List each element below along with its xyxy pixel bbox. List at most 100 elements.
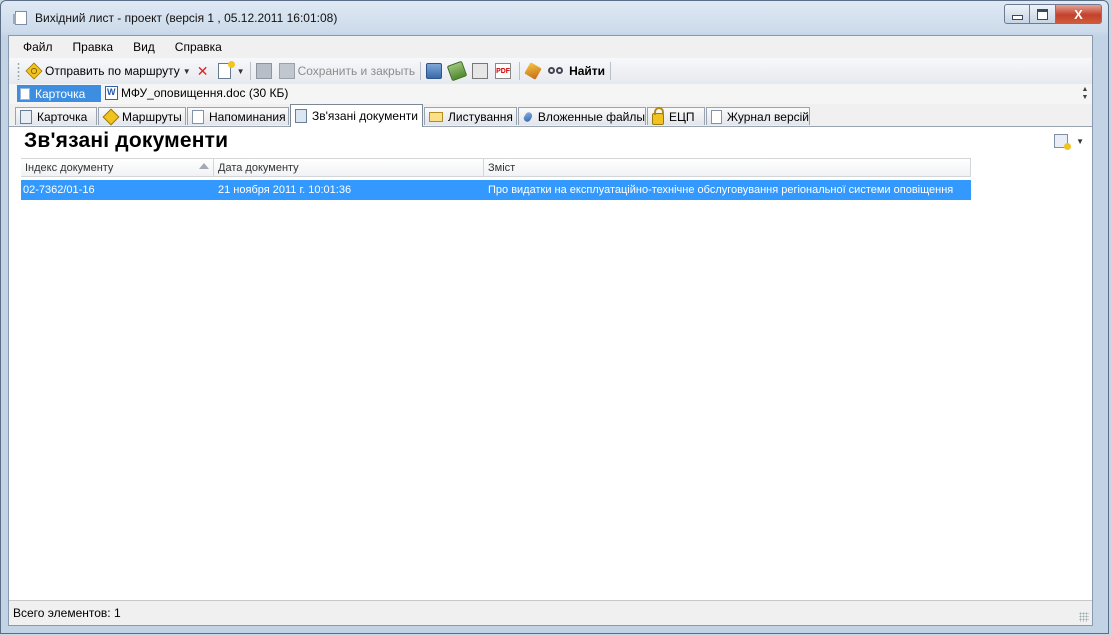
menu-bar: Файл Правка Вид Справка [9,36,1092,58]
table-row[interactable]: 02-7362/01-16 21 ноября 2011 г. 10:01:36… [21,180,971,200]
tab-digital-signature[interactable]: ЕЦП [647,106,705,125]
maximize-button[interactable] [1030,4,1056,24]
lock-icon [652,106,664,125]
tab-linked-documents[interactable]: Зв'язані документи [290,104,423,127]
status-bar: Всего элементов: 1 [9,600,1092,625]
send-route-button[interactable]: Отправить по маршруту ▼ [24,60,193,82]
save-button[interactable] [254,60,277,82]
tab-version-journal[interactable]: Журнал версій [706,107,810,125]
column-header-content[interactable]: Зміст [484,159,971,176]
toolbar-grip[interactable] [17,62,20,80]
tab-label: Зв'язані документи [312,109,418,123]
save-close-label: Сохранить и закрыть [297,64,416,78]
tab-label: Вложенные файлы [537,109,645,124]
window-title: Вихідний лист - проект (версія 1 , 05.12… [35,11,338,25]
send-route-label: Отправить по маршруту [45,64,180,78]
column-header-index[interactable]: Індекс документу [21,159,214,176]
app-window: Вихідний лист - проект (версія 1 , 05.12… [0,0,1109,634]
save-close-icon [278,63,295,79]
toolbar-separator [420,62,422,80]
tab-card[interactable]: Карточка [15,107,97,125]
scroll-up-icon[interactable]: ▲ [1082,86,1089,94]
tab-label: Маршруты [122,109,182,124]
maximize-icon [1037,8,1048,20]
tab-correspondence[interactable]: Листування [424,107,517,125]
panel-options-button[interactable]: ▼ [1054,134,1084,150]
chevron-down-icon: ▼ [182,66,191,76]
window-controls: X [1004,4,1102,24]
tab-label: Листування [448,109,513,124]
find-button[interactable]: Найти [546,60,607,82]
tab-label: Карточка [37,109,88,124]
minimize-icon [1011,14,1023,20]
export-pdf-button[interactable]: PDF [493,60,516,82]
properties-button[interactable] [424,60,447,82]
attachment-card-label: Карточка [35,86,86,101]
attachment-card[interactable]: Карточка [17,85,101,102]
print-button[interactable] [470,60,493,82]
chevron-down-icon: ▼ [236,66,245,76]
card-icon [20,87,30,100]
scroll-down-icon[interactable]: ▼ [1082,94,1089,102]
route-icon [25,62,43,80]
sign-icon [446,60,468,82]
tab-label: Журнал версій [726,109,809,124]
print-icon [472,63,489,79]
mail-icon [429,111,443,122]
properties-icon [426,63,443,79]
card-icon [20,109,32,124]
tools-button[interactable] [523,60,546,82]
tools-icon [524,62,542,80]
sign-button[interactable] [446,60,470,82]
tab-label: Напоминания [209,109,286,124]
save-icon [255,63,272,79]
close-icon: X [1074,6,1083,22]
minimize-button[interactable] [1004,4,1030,24]
reminder-icon [192,109,204,124]
column-header-label: Дата документу [218,161,299,174]
close-button[interactable]: X [1056,4,1102,24]
resize-grip-icon[interactable] [1079,612,1089,622]
save-close-button[interactable]: Сохранить и закрыть [277,60,417,82]
linked-documents-table: Індекс документу Дата документу Зміст 02… [21,158,971,200]
delete-button[interactable]: ✕ [193,60,216,82]
cell-content: Про видатки на експлуатаційно-технічне о… [488,184,954,196]
paperclip-icon [522,110,534,123]
find-label: Найти [569,64,606,78]
tab-routes[interactable]: Маршруты [98,107,186,125]
cell-date: 21 ноября 2011 г. 10:01:36 [218,184,352,196]
status-total: Всего элементов: 1 [13,606,121,620]
route-icon [102,108,120,125]
document-icon [13,11,27,25]
menu-edit[interactable]: Правка [73,40,114,54]
column-header-label: Індекс документу [25,161,114,174]
new-document-icon [217,61,235,79]
cell-index: 02-7362/01-16 [23,184,95,196]
toolbar: Отправить по маршруту ▼ ✕ ▼ Сохранить и … [9,58,1092,85]
column-header-date[interactable]: Дата документу [214,159,484,176]
chevron-down-icon: ▼ [1076,136,1084,146]
sort-ascending-icon [199,163,209,169]
toolbar-separator [249,62,251,80]
client-area: Файл Правка Вид Справка Отправить по мар… [8,35,1093,626]
menu-file[interactable]: Файл [23,40,53,54]
attachment-file[interactable]: МФУ_оповищення.doc (30 КБ) [105,86,288,100]
word-document-icon [105,86,118,100]
table-header: Індекс документу Дата документу Зміст [21,158,971,177]
options-icon [1054,134,1072,150]
close-icon: ✕ [196,63,209,79]
toolbar-separator [519,62,521,80]
menu-help[interactable]: Справка [175,40,222,54]
attachment-scroll[interactable]: ▲ ▼ [1078,84,1092,104]
tab-reminders[interactable]: Напоминания [187,107,289,125]
linked-docs-icon [295,109,307,123]
title-bar[interactable]: Вихідний лист - проект (версія 1 , 05.12… [1,1,1108,35]
pdf-icon: PDF [495,63,512,79]
journal-icon [711,109,722,124]
binoculars-icon [548,63,566,79]
menu-view[interactable]: Вид [133,40,155,54]
toolbar-separator [610,62,612,80]
new-document-button[interactable]: ▼ [216,60,247,82]
tab-label: ЕЦП [669,109,695,124]
tab-attached-files[interactable]: Вложенные файлы [518,107,646,125]
